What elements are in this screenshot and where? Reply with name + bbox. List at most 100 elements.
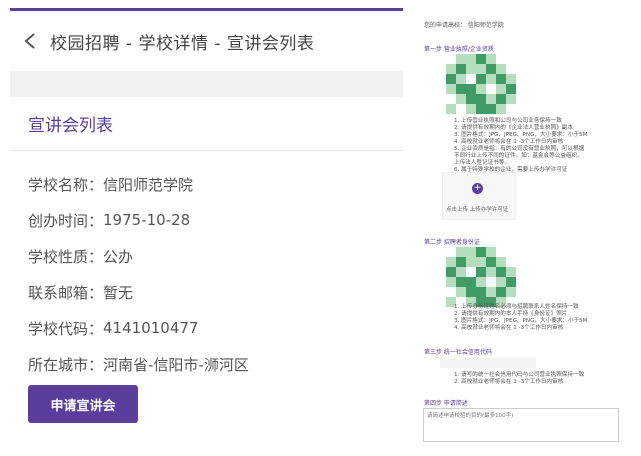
upload-label: 点击上传 上传办学许可证 xyxy=(446,207,509,213)
plus-icon: + xyxy=(472,183,483,194)
note-line: 5. 企业资质是指：有的公司没有营业执照，可以根据 xyxy=(454,146,585,152)
info-row-email: 联系邮箱： 暂无 xyxy=(28,274,398,310)
qr-pixel xyxy=(476,267,486,277)
qr-pixel xyxy=(496,277,506,287)
note-line: 3. 图片格式：JPG、JPEG、PNG，大小要求：小于5M xyxy=(454,132,588,138)
divider-band xyxy=(10,71,403,97)
qr-pixel xyxy=(446,257,456,267)
info-label: 所在城市： xyxy=(28,355,104,374)
qr-pixel xyxy=(476,64,486,74)
qr-pixel xyxy=(486,257,496,267)
school-info-list: 学校名称： 信阳师范学院 创办时间： 1975-10-28 学校性质： 公办 联系邮箱… xyxy=(28,166,398,382)
qr-pixel xyxy=(476,104,486,114)
qr-pixel xyxy=(476,277,486,287)
info-value: 信阳师范学院 xyxy=(103,175,194,194)
qr-pixel xyxy=(486,94,496,104)
qr-pixel xyxy=(466,287,476,297)
qr-pixel xyxy=(476,94,486,104)
qr-pixel xyxy=(486,247,496,257)
qr-pixel xyxy=(456,277,466,287)
qr-pixel xyxy=(486,267,496,277)
school-detail-panel: 校园招聘 - 学校详情 - 宣讲会列表 宣讲会列表 学校名称： 信阳师范学院 创办… xyxy=(10,8,403,448)
qr-pixel xyxy=(476,54,486,64)
qr-pixel xyxy=(476,257,486,267)
note-line: 2. 高校就业老师将会在 1 -3个工作日内审核 xyxy=(454,379,564,385)
note-line: 2. 请提供有效期内的本人手持《身份证》照片 xyxy=(454,311,568,317)
chevron-left-icon xyxy=(24,33,35,49)
section-title: 宣讲会列表 xyxy=(28,116,113,136)
qr-pixel xyxy=(486,287,496,297)
qr-pixel xyxy=(506,74,516,84)
qr-pixel xyxy=(506,94,516,104)
qr-pixel xyxy=(466,104,476,114)
note-line: 上传法人登记证书等。 xyxy=(454,160,510,166)
info-label: 学校性质： xyxy=(28,247,104,266)
qr-pixel xyxy=(466,94,476,104)
qr-pixel xyxy=(446,267,456,277)
qr-pixel xyxy=(456,257,466,267)
qr-pixel xyxy=(496,257,506,267)
nav-bar: 校园招聘 - 学校详情 - 宣讲会列表 xyxy=(10,11,403,71)
info-label: 学校代码： xyxy=(28,319,104,338)
qr-pixel xyxy=(456,267,466,277)
qr-pixel xyxy=(456,247,466,257)
qr-pixel xyxy=(486,74,496,84)
note-line: 1. 上传营业执照和公司与公司业务保持一致 xyxy=(454,118,562,124)
qr-pixel xyxy=(446,277,456,287)
qr-pixel xyxy=(456,64,466,74)
info-row-city: 所在城市： 河南省-信阳市-浉河区 xyxy=(28,346,398,382)
qr-pixel xyxy=(486,64,496,74)
info-label: 联系邮箱： xyxy=(28,283,104,302)
qr-pixel xyxy=(456,84,466,94)
info-value: 河南省-信阳市-浉河区 xyxy=(103,355,249,374)
section-header: 宣讲会列表 xyxy=(10,97,403,151)
qr-pixel xyxy=(446,64,456,74)
qr-pixel xyxy=(496,94,506,104)
info-row-code: 学校代码： 4141010477 xyxy=(28,310,398,346)
qr-pixel xyxy=(456,94,466,104)
info-value: 1975-10-28 xyxy=(103,211,191,229)
note-line: 3. 图片格式：JPG、JPEG、PNG，大小要求：小于5M xyxy=(454,318,588,324)
qr-pixel xyxy=(466,84,476,94)
note-line: 4. 高校就业老师将会在 1 -3个工作日内审核 xyxy=(454,139,564,145)
application-summary-textarea[interactable] xyxy=(423,408,619,442)
info-row-founded: 创办时间： 1975-10-28 xyxy=(28,202,398,238)
qr-pixel xyxy=(496,104,506,114)
info-row-name: 学校名称： 信阳师范学院 xyxy=(28,166,398,202)
current-school-text: 您的申请高校： 信阳师范学院 xyxy=(424,22,504,29)
info-label: 创办时间： xyxy=(28,211,104,230)
info-value: 公办 xyxy=(103,247,134,266)
qr-pixel xyxy=(496,74,506,84)
step1-title: 第一步 营业执照/企业资质 xyxy=(424,46,494,53)
step4-title: 第四步 申请简述 xyxy=(424,400,468,407)
qr-pixel xyxy=(456,287,466,297)
qr-pixel xyxy=(446,74,456,84)
qr-pixel xyxy=(476,84,486,94)
qr-pixel xyxy=(466,54,476,64)
qr-pixel xyxy=(496,267,506,277)
step1-notes: 1. 上传营业执照和公司与公司业务保持一致 2. 请提供有效期内的《企业法人营业… xyxy=(454,118,588,174)
qr-pixel xyxy=(486,104,496,114)
note-line: 2. 请提供有效期内的《企业法人营业执照》副本 xyxy=(454,125,573,131)
blurred-qr-image-1 xyxy=(446,54,516,116)
note-line: 4. 高校就业老师将会在 1 -3个工作日内审核 xyxy=(454,325,564,331)
step3-notes: 1. 请写的统一社会信用代码与公司营业执照保持一致 2. 高校就业老师将会在 1… xyxy=(454,372,584,386)
info-value: 4141010477 xyxy=(103,319,199,337)
back-button[interactable] xyxy=(10,11,50,71)
step2-title: 第二步 招聘者身份证 xyxy=(424,239,480,246)
application-form-panel: 您的申请高校： 信阳师范学院 第一步 营业执照/企业资质 1. 上传营业执照和公… xyxy=(418,0,641,456)
info-row-nature: 学校性质： 公办 xyxy=(28,238,398,274)
qr-pixel xyxy=(466,247,476,257)
qr-pixel xyxy=(476,287,486,297)
qr-pixel xyxy=(506,267,516,277)
apply-presentation-button[interactable]: 申请宣讲会 xyxy=(28,385,138,423)
qr-pixel xyxy=(476,74,486,84)
credit-code-input[interactable] xyxy=(440,358,536,368)
step3-title: 第三步 统一社会信用代码 xyxy=(424,349,492,356)
breadcrumb-title: 校园招聘 - 学校详情 - 宣讲会列表 xyxy=(50,33,315,54)
upload-license-box[interactable]: + 点击上传 上传办学许可证 xyxy=(442,172,516,220)
qr-pixel xyxy=(506,84,516,94)
qr-pixel xyxy=(456,54,466,64)
qr-pixel xyxy=(466,277,476,287)
qr-pixel xyxy=(496,84,506,94)
